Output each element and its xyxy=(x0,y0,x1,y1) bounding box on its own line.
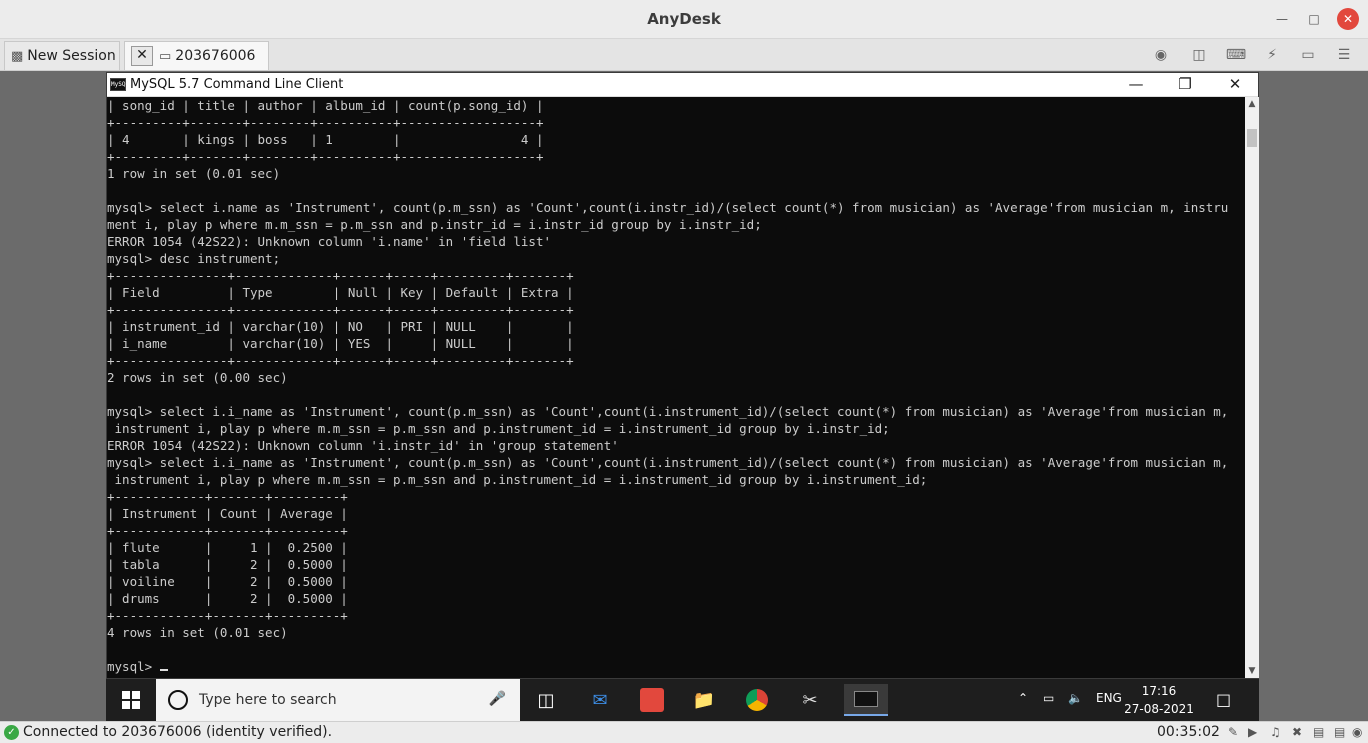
clock-time: 17:16 xyxy=(1141,684,1177,698)
console-line: 1 row in set (0.01 sec) xyxy=(107,166,281,181)
console-line: +------------+-------+---------+ xyxy=(107,489,348,504)
chat-icon[interactable]: ◫ xyxy=(1188,44,1210,66)
actions-icon[interactable]: ⚡ xyxy=(1261,44,1283,66)
mysql-window-title: MySQL 5.7 Command Line Client xyxy=(130,77,344,92)
menu-icon[interactable]: ☰ xyxy=(1333,44,1355,66)
git-icon[interactable] xyxy=(636,684,668,716)
notification-icon[interactable]: □ xyxy=(1216,690,1231,709)
console-line: | instrument_id | varchar(10) | NO | PRI… xyxy=(107,319,574,334)
console-line: | Instrument | Count | Average | xyxy=(107,506,348,521)
volume-icon[interactable]: 🔈 xyxy=(1068,691,1083,705)
transfer-icon[interactable]: ✎ xyxy=(1228,725,1238,739)
monitor-icon: ▩ xyxy=(11,48,24,64)
mail-icon[interactable]: ✉ xyxy=(584,684,616,716)
display-settings-icon[interactable]: ▭ xyxy=(1297,44,1319,66)
audio-icon[interactable]: ♫ xyxy=(1270,725,1281,739)
console-line: ERROR 1054 (42S22): Unknown column 'i.na… xyxy=(107,234,552,249)
task-view-icon[interactable]: ◫ xyxy=(530,684,562,716)
windows-taskbar: Type here to search 🎤 ◫ ✉ 📁 ✂ ⌃ ▭ 🔈 ENG … xyxy=(106,679,1259,721)
tab-remote-session[interactable]: ✕ ▭ 203676006 xyxy=(124,41,269,70)
console-line: mysql> desc instrument; xyxy=(107,251,281,266)
anydesk-tabbar: ▩ New Session ✕ ▭ 203676006 ◉ ◫ ⌨ ⚡ ▭ ☰ xyxy=(0,39,1368,71)
tab-label: New Session xyxy=(27,48,116,64)
microphone-icon[interactable]: 🎤 xyxy=(489,691,506,707)
console-line: | i_name | varchar(10) | YES | | NULL | … xyxy=(107,336,574,351)
console-line: ERROR 1054 (42S22): Unknown column 'i.in… xyxy=(107,438,619,453)
scroll-thumb[interactable] xyxy=(1247,129,1257,147)
taskbar-search[interactable]: Type here to search 🎤 xyxy=(156,679,520,721)
console-line: | song_id | title | author | album_id | … xyxy=(107,98,544,113)
console-line: +---------+-------+--------+----------+-… xyxy=(107,149,544,164)
mysql-console-window: MySQL MySQL 5.7 Command Line Client — ❐ … xyxy=(106,72,1259,679)
console-line: instrument i, play p where m.m_ssn = p.m… xyxy=(107,421,890,436)
console-line: +---------------+-------------+------+--… xyxy=(107,268,574,283)
console-line: +------------+-------+---------+ xyxy=(107,523,348,538)
check-icon: ✓ xyxy=(4,725,19,740)
search-placeholder: Type here to search xyxy=(199,692,337,708)
anydesk-titlebar: AnyDesk — □ ✕ xyxy=(0,0,1368,39)
keyboard-icon[interactable]: ⌨ xyxy=(1225,44,1247,66)
text-cursor xyxy=(159,669,168,671)
scroll-up-icon[interactable]: ▲ xyxy=(1245,99,1259,109)
console-scrollbar[interactable]: ▲ ▼ xyxy=(1245,97,1259,678)
console-line: +---------------+-------------+------+--… xyxy=(107,302,574,317)
cortana-icon xyxy=(168,690,188,710)
console-line: +---------------+-------------+------+--… xyxy=(107,353,574,368)
privacy-icon[interactable]: ◉ xyxy=(1352,725,1362,739)
battery-icon[interactable]: ▭ xyxy=(1043,691,1054,705)
taskbar-clock[interactable]: 17:16 27-08-2021 xyxy=(1124,682,1194,718)
console-line: | flute | 1 | 0.2500 | xyxy=(107,540,348,555)
close-tab-icon[interactable]: ✕ xyxy=(131,46,153,66)
chrome-icon[interactable] xyxy=(741,684,773,716)
console-line: mysql> select i.i_name as 'Instrument', … xyxy=(107,455,1229,470)
console-minimize-icon[interactable]: — xyxy=(1124,75,1148,93)
maximize-icon[interactable]: □ xyxy=(1303,8,1325,30)
display-icon: ▭ xyxy=(159,48,172,64)
language-indicator[interactable]: ENG xyxy=(1096,691,1122,705)
scroll-down-icon[interactable]: ▼ xyxy=(1245,666,1259,676)
console-line: mysql> select i.i_name as 'Instrument', … xyxy=(107,404,1229,419)
clock-date: 27-08-2021 xyxy=(1124,702,1194,716)
console-prompt-line[interactable]: mysql> xyxy=(107,658,1245,675)
console-line: 2 rows in set (0.00 sec) xyxy=(107,370,288,385)
console-line: | drums | 2 | 0.5000 | xyxy=(107,591,348,606)
tab-new-session[interactable]: ▩ New Session xyxy=(4,41,120,70)
console-line: instrument i, play p where m.m_ssn = p.m… xyxy=(107,472,928,487)
console-restore-icon[interactable]: ❐ xyxy=(1173,75,1197,93)
console-close-icon[interactable]: ✕ xyxy=(1223,75,1247,93)
clipboard-icon[interactable]: ✖ xyxy=(1292,725,1302,739)
anydesk-title: AnyDesk xyxy=(647,10,721,28)
close-icon[interactable]: ✕ xyxy=(1337,8,1359,30)
console-line: | 4 | kings | boss | 1 | 4 | xyxy=(107,132,544,147)
minimize-icon[interactable]: — xyxy=(1271,8,1293,30)
console-line: 4 rows in set (0.01 sec) xyxy=(107,625,288,640)
tab-label: 203676006 xyxy=(175,48,256,64)
start-button[interactable] xyxy=(106,679,156,721)
console-line: | tabla | 2 | 0.5000 | xyxy=(107,557,348,572)
remote-user-icon[interactable]: ◉ xyxy=(1150,44,1172,66)
session-timer: 00:35:02 xyxy=(1157,724,1220,740)
console-text: | song_id | title | author | album_id | … xyxy=(107,97,1245,658)
anydesk-statusbar: ✓ Connected to 203676006 (identity verif… xyxy=(0,721,1368,743)
console-line: | Field | Type | Null | Key | Default | … xyxy=(107,285,574,300)
file-explorer-icon[interactable]: 📁 xyxy=(688,684,720,716)
mysql-app-icon: MySQL xyxy=(110,78,129,91)
anydesk-window: AnyDesk — □ ✕ ▩ New Session ✕ ▭ 20367600… xyxy=(0,0,1368,743)
console-line: mysql> select i.name as 'Instrument', co… xyxy=(107,200,1229,215)
connection-status: Connected to 203676006 (identity verifie… xyxy=(23,724,333,740)
show-hidden-icons[interactable]: ⌃ xyxy=(1018,691,1028,705)
console-line: +---------+-------+--------+----------+-… xyxy=(107,115,544,130)
mysql-taskbar-icon[interactable] xyxy=(844,684,888,716)
console-output[interactable]: | song_id | title | author | album_id | … xyxy=(107,97,1245,678)
console-prompt: mysql> xyxy=(107,659,160,674)
file-icon[interactable]: ▤ xyxy=(1334,725,1345,739)
console-line: | voiline | 2 | 0.5000 | xyxy=(107,574,348,589)
screen-icon[interactable]: ▶ xyxy=(1248,725,1257,739)
windows-logo-icon xyxy=(122,691,140,709)
console-line: ment i, play p where m.m_ssn = p.m_ssn a… xyxy=(107,217,762,232)
snipping-tool-icon[interactable]: ✂ xyxy=(794,684,826,716)
mysql-titlebar: MySQL MySQL 5.7 Command Line Client — ❐ … xyxy=(107,73,1258,97)
console-line: +------------+-------+---------+ xyxy=(107,608,348,623)
lock-icon[interactable]: ▤ xyxy=(1313,725,1324,739)
